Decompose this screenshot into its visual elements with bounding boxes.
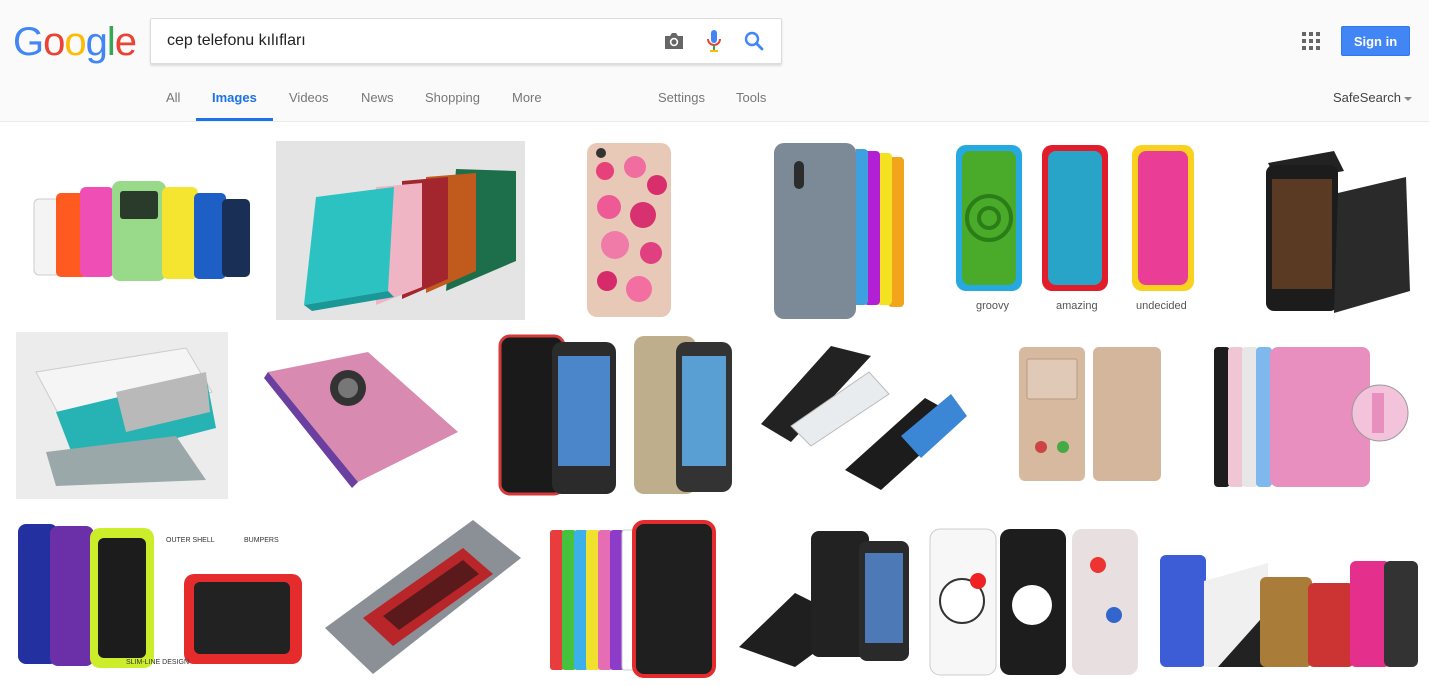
tab-images[interactable]: Images xyxy=(212,90,257,105)
image-result[interactable] xyxy=(16,141,264,319)
phone-cases-image xyxy=(496,332,735,499)
image-result[interactable] xyxy=(1017,345,1163,482)
phone-cases-image xyxy=(585,141,673,319)
image-result[interactable] xyxy=(928,525,1140,677)
phone-cases-image xyxy=(1017,345,1163,482)
phone-cases-image xyxy=(734,141,920,320)
image-result[interactable] xyxy=(1234,141,1413,320)
image-result[interactable] xyxy=(546,520,717,678)
phone-cases-image xyxy=(735,527,911,668)
search-box xyxy=(150,18,782,64)
phone-cases-image: OUTER SHELL BUMPERS SLIM-LINE DESIGN xyxy=(16,512,308,679)
caption-groovy: groovy xyxy=(976,300,1010,312)
tab-shopping[interactable]: Shopping xyxy=(425,90,480,105)
tab-settings[interactable]: Settings xyxy=(658,90,705,105)
caption-undecided: undecided xyxy=(1136,300,1187,312)
image-result[interactable] xyxy=(323,518,523,678)
phone-cases-image xyxy=(16,141,264,319)
google-logo[interactable]: Google xyxy=(13,20,137,64)
tab-tools[interactable]: Tools xyxy=(736,90,766,105)
tab-news[interactable]: News xyxy=(361,90,394,105)
phone-cases-image xyxy=(323,518,523,678)
phone-cases-image: groovy amazing undecided xyxy=(946,141,1214,319)
caret-down-icon xyxy=(1403,96,1412,101)
logo-letter: l xyxy=(106,20,116,64)
phone-cases-image xyxy=(546,520,717,678)
active-tab-indicator xyxy=(196,118,273,121)
image-result[interactable] xyxy=(248,332,468,499)
image-result[interactable] xyxy=(496,332,735,499)
camera-icon[interactable] xyxy=(661,28,687,54)
image-result[interactable] xyxy=(751,332,972,499)
phone-cases-image xyxy=(928,525,1140,677)
phone-cases-image xyxy=(1212,343,1410,490)
image-result[interactable]: groovy amazing undecided xyxy=(946,141,1214,319)
phone-cases-image xyxy=(16,332,228,499)
microphone-icon[interactable] xyxy=(701,28,727,54)
caption-amazing: amazing xyxy=(1056,300,1098,312)
logo-letter: G xyxy=(13,20,44,64)
image-result[interactable] xyxy=(735,527,911,668)
safesearch-label: SafeSearch xyxy=(1333,90,1401,105)
logo-letter: g xyxy=(85,20,108,64)
tab-more[interactable]: More xyxy=(512,90,542,105)
search-input[interactable] xyxy=(167,19,647,63)
image-result[interactable] xyxy=(585,141,673,319)
image-result[interactable] xyxy=(276,141,525,320)
label-outer-shell: OUTER SHELL xyxy=(166,537,215,544)
tab-videos[interactable]: Videos xyxy=(289,90,329,105)
safesearch-dropdown[interactable]: SafeSearch xyxy=(1333,90,1412,105)
image-result[interactable]: OUTER SHELL BUMPERS SLIM-LINE DESIGN xyxy=(16,512,308,679)
logo-letter: e xyxy=(114,20,137,64)
logo-letter: o xyxy=(64,20,86,64)
image-result[interactable] xyxy=(1212,343,1410,490)
image-result[interactable] xyxy=(734,141,920,320)
phone-cases-image xyxy=(276,141,525,320)
label-bumpers: BUMPERS xyxy=(244,537,279,544)
search-icon[interactable] xyxy=(741,28,767,54)
label-slim-line-design: SLIM-LINE DESIGN xyxy=(126,659,189,666)
header: Google Sign in All Images Videos News Sh… xyxy=(0,0,1429,122)
phone-cases-image xyxy=(248,332,468,499)
sign-in-button[interactable]: Sign in xyxy=(1341,26,1410,56)
phone-cases-image xyxy=(1234,141,1413,320)
image-result[interactable] xyxy=(16,332,228,499)
tab-all[interactable]: All xyxy=(166,90,180,105)
phone-cases-image xyxy=(1158,541,1420,670)
apps-grid-icon[interactable] xyxy=(1302,32,1320,50)
logo-letter: o xyxy=(43,20,65,64)
phone-cases-image xyxy=(751,332,972,499)
image-result[interactable] xyxy=(1158,541,1420,670)
